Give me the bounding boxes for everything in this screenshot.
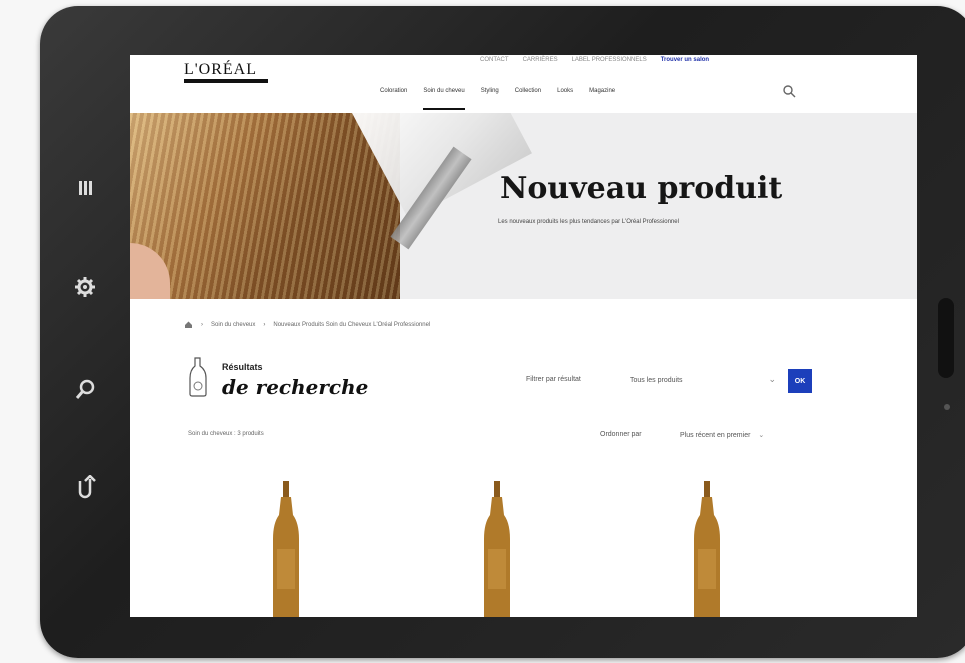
filter-select-value: Tous les produits [630,376,683,384]
breadcrumb-separator-icon: › [201,321,203,328]
header-search-icon[interactable] [782,84,796,98]
product-card[interactable] [269,479,303,617]
sort-select[interactable]: Plus récent en premier ⌄ [680,431,764,439]
chevron-down-icon: ⌄ [768,374,776,384]
results-count: Soin du cheveux : 3 produits [188,431,264,437]
home-icon[interactable] [184,320,193,329]
site-header: L'ORÉAL CONTACT CARRIÈRES LABEL PROFESSI… [130,55,917,113]
top-link-find-salon[interactable]: Trouver un salon [661,57,709,63]
product-bottle-image [273,481,299,617]
product-card[interactable] [480,479,514,617]
hero-subtitle: Les nouveaux produits les plus tendances… [498,219,679,225]
tablet-screen: L'ORÉAL CONTACT CARRIÈRES LABEL PROFESSI… [130,55,917,617]
brand-logo[interactable]: L'ORÉAL [184,61,257,79]
nav-item-looks[interactable]: Looks [557,88,573,110]
camera-dot [944,404,950,410]
logo-underline [184,79,268,83]
nav-item-collection[interactable]: Collection [515,88,541,110]
search-icon[interactable] [68,373,102,407]
hero-hair-image [130,113,400,299]
chevron-down-icon: ⌄ [758,432,765,439]
results-title-big: de recherche [222,375,369,399]
undo-icon[interactable] [68,470,102,504]
results-title-small: Résultats [222,362,263,372]
breadcrumb: › Soin du cheveux › Nouveaux Produits So… [184,320,430,329]
breadcrumb-item[interactable]: Soin du cheveux [211,322,255,328]
top-links: CONTACT CARRIÈRES LABEL PROFESSIONNELS T… [480,57,709,63]
nav-item-magazine[interactable]: Magazine [589,88,615,110]
filter-label: Filtrer par résultat [526,376,581,383]
main-nav: Coloration Soin du cheveu Styling Collec… [380,88,615,110]
breadcrumb-item: Nouveaux Produits Soin du Cheveux L'Oréa… [273,321,431,328]
top-link-professionals[interactable]: LABEL PROFESSIONNELS [572,57,647,63]
filter-ok-button[interactable]: OK [788,369,812,393]
top-link-contact[interactable]: CONTACT [480,57,509,63]
sort-label: Ordonner par [600,431,642,438]
sort-select-value: Plus récent en premier [680,432,751,439]
bottle-icon [186,356,212,398]
home-button[interactable] [938,298,954,378]
nav-item-coloration[interactable]: Coloration [380,88,407,110]
gear-icon[interactable] [68,270,102,304]
breadcrumb-separator-icon: › [263,321,266,328]
product-bottle-image [694,481,720,617]
filter-select[interactable]: Tous les produits ⌄ [630,369,780,391]
top-link-careers[interactable]: CARRIÈRES [523,57,558,63]
product-bottle-image [484,481,510,617]
nav-item-hair-care[interactable]: Soin du cheveu [423,88,465,110]
nav-item-styling[interactable]: Styling [481,88,499,110]
hero-title: Nouveau produit [500,171,783,206]
menu-icon[interactable] [68,171,102,205]
hero-banner: Nouveau produit Les nouveaux produits le… [130,113,917,299]
product-card[interactable] [690,479,724,617]
